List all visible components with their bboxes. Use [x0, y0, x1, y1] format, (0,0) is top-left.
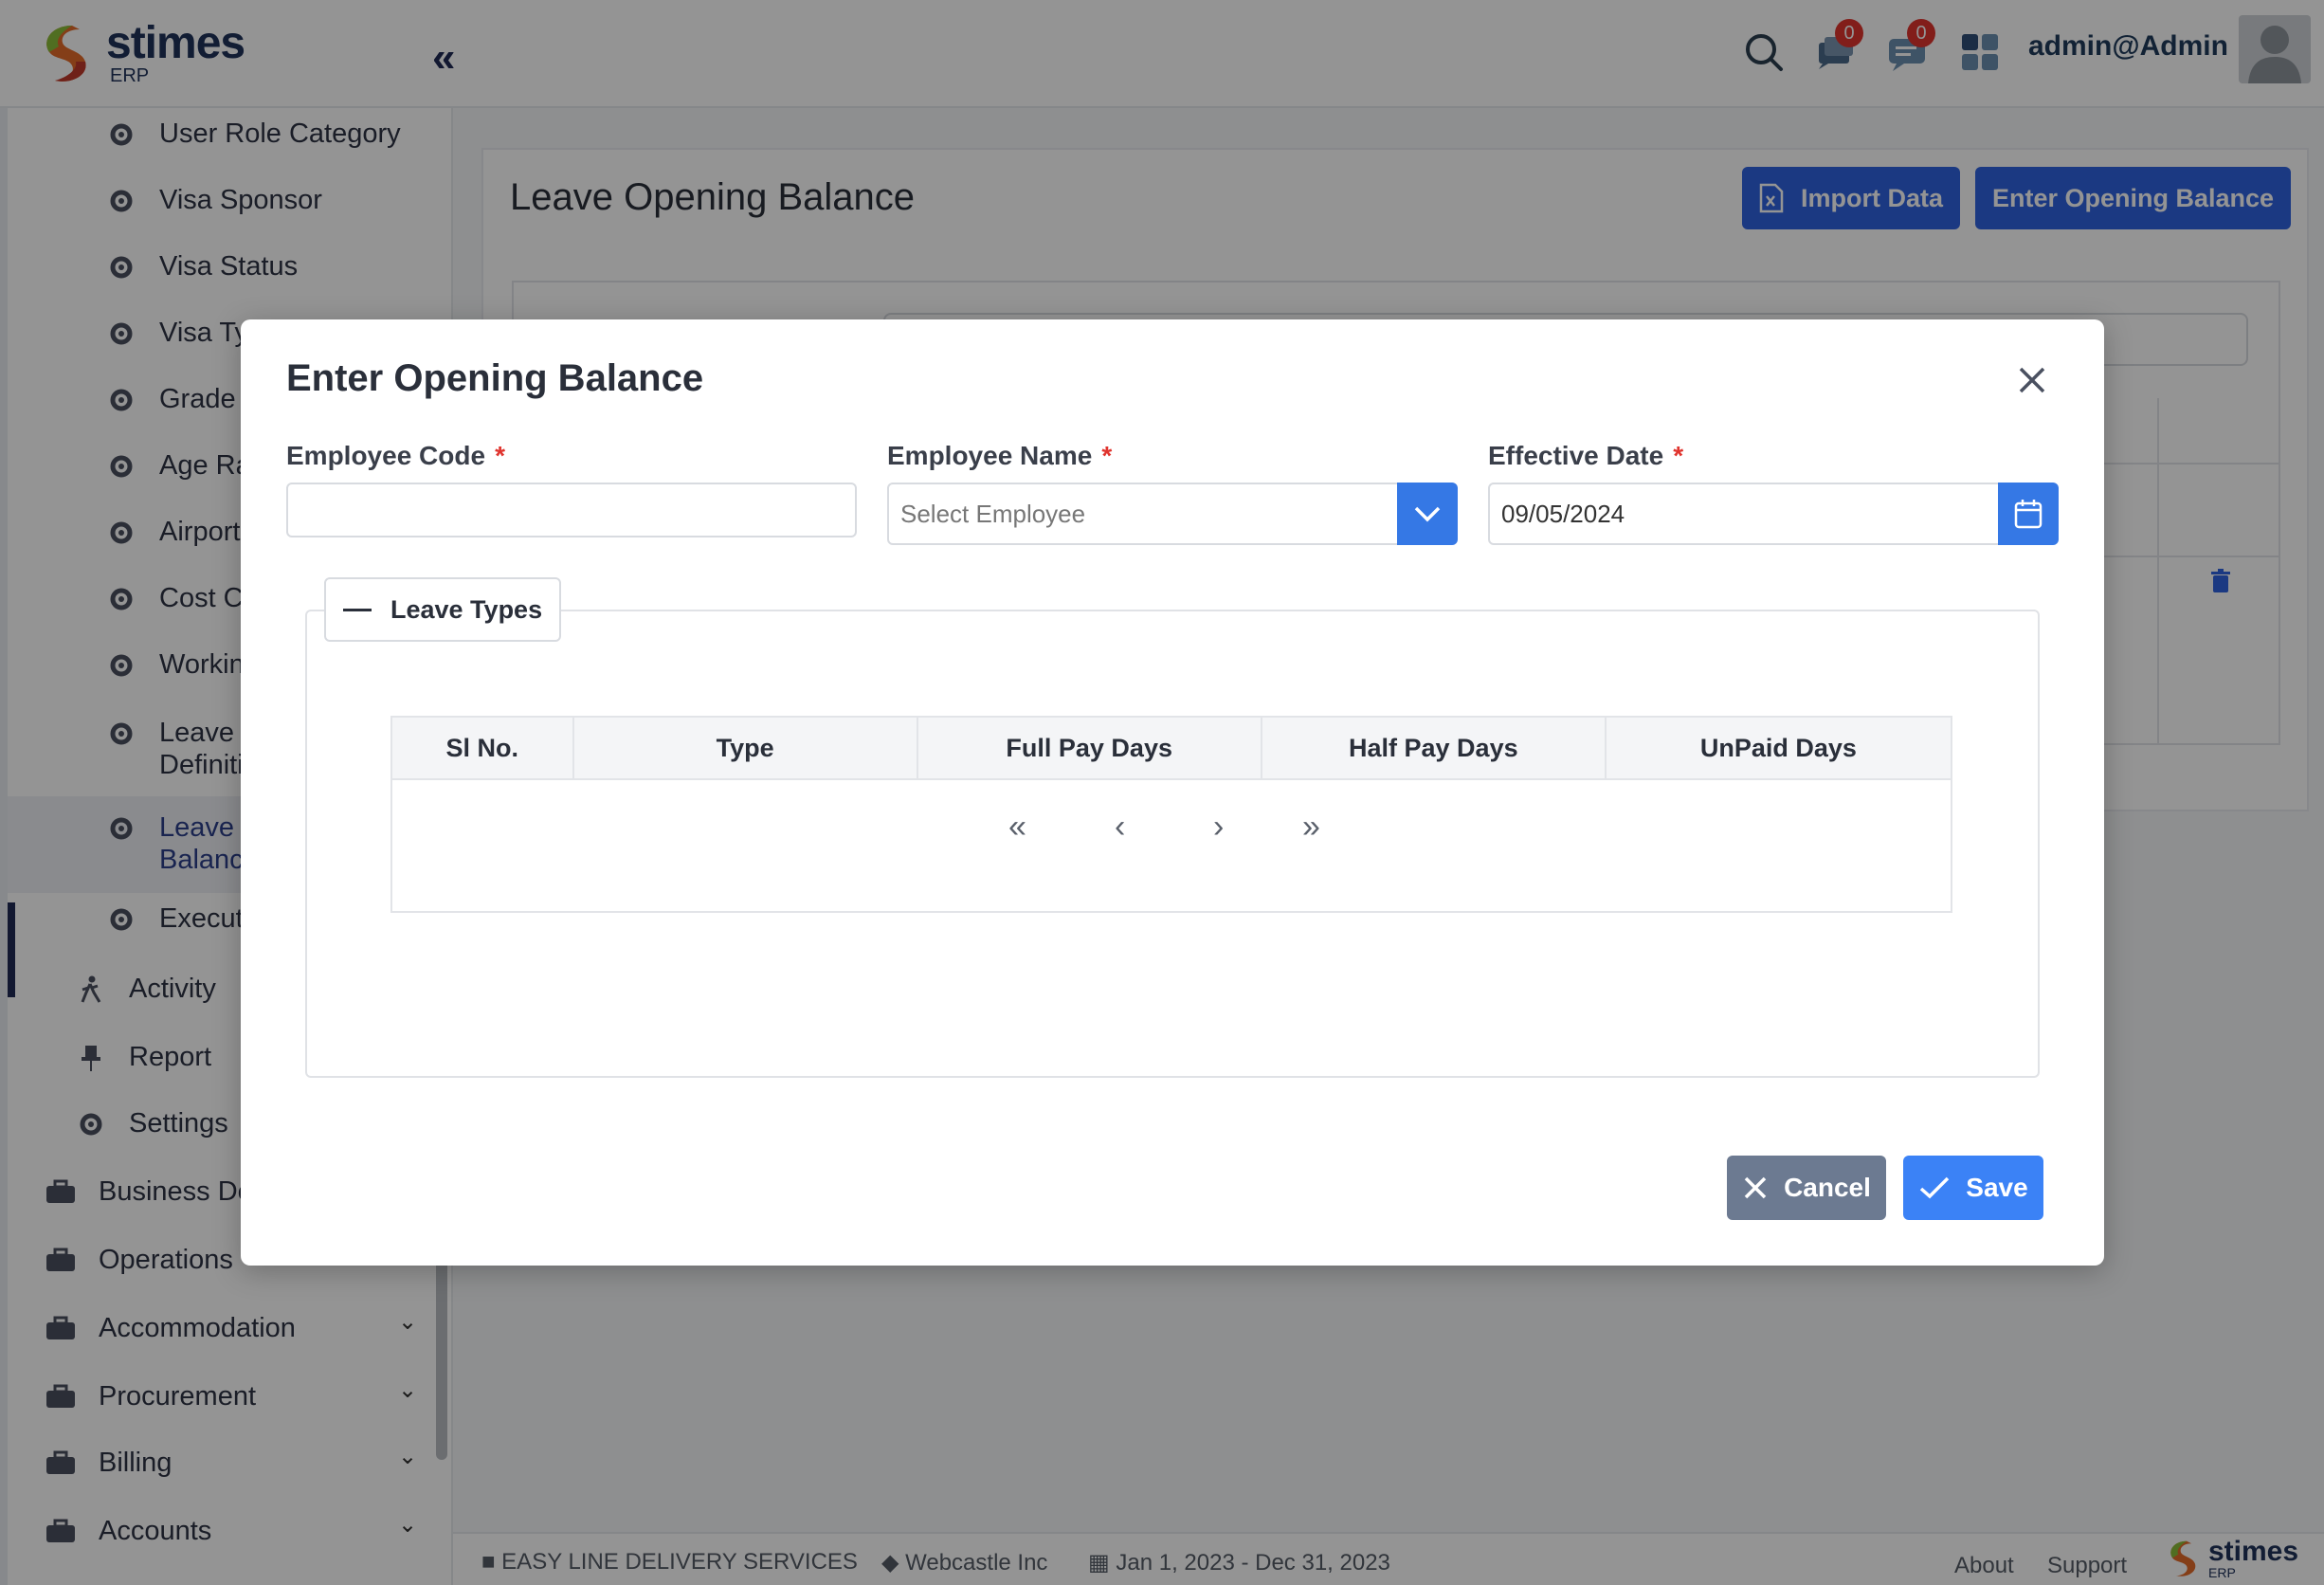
employee-name-select[interactable]: Select Employee	[887, 483, 1399, 545]
first-page-button[interactable]: «	[1008, 809, 1026, 846]
close-icon	[1744, 1176, 1767, 1199]
prev-page-button[interactable]: ‹	[1115, 809, 1125, 846]
employee-name-label-text: Employee Name	[887, 441, 1093, 470]
date-picker-button[interactable]	[1998, 483, 2059, 545]
calendar-icon	[2014, 500, 2043, 529]
effective-date-label: Effective Date *	[1488, 441, 1683, 471]
employee-code-label: Employee Code *	[286, 441, 505, 471]
leave-types-toggle[interactable]: Leave Types	[324, 577, 562, 642]
effective-date-input[interactable]: 09/05/2024	[1488, 483, 2000, 545]
cancel-button[interactable]: Cancel	[1727, 1156, 1886, 1220]
employee-code-input[interactable]	[286, 483, 857, 537]
modal-title: Enter Opening Balance	[286, 357, 704, 399]
employee-name-label: Employee Name *	[887, 441, 1112, 471]
column-header-full-pay-days[interactable]: Full Pay Days	[918, 718, 1262, 778]
leave-types-grid: Sl No. Type Full Pay Days Half Pay Days …	[390, 716, 1952, 913]
chevron-down-icon	[1414, 506, 1441, 522]
collapse-icon	[343, 608, 372, 611]
grid-header: Sl No. Type Full Pay Days Half Pay Days …	[392, 718, 1951, 780]
column-header-half-pay-days[interactable]: Half Pay Days	[1262, 718, 1607, 778]
employee-name-placeholder: Select Employee	[900, 499, 1086, 528]
enter-opening-balance-modal: Enter Opening Balance Employee Code * Emp…	[241, 319, 2104, 1266]
required-mark: *	[1101, 441, 1113, 470]
required-mark: *	[495, 441, 505, 470]
column-header-unpaid-days[interactable]: UnPaid Days	[1607, 718, 1951, 778]
cancel-label: Cancel	[1784, 1173, 1871, 1202]
save-button[interactable]: Save	[1903, 1156, 2043, 1220]
employee-dropdown-button[interactable]	[1397, 483, 1458, 545]
close-icon[interactable]	[2013, 361, 2051, 399]
employee-code-label-text: Employee Code	[286, 441, 486, 470]
last-page-button[interactable]: »	[1302, 809, 1320, 846]
check-icon	[1920, 1176, 1950, 1199]
next-page-button[interactable]: ›	[1213, 809, 1224, 846]
leave-types-legend: Leave Types	[390, 594, 543, 624]
required-mark: *	[1673, 441, 1684, 470]
column-header-type[interactable]: Type	[574, 718, 918, 778]
column-header-sl-no[interactable]: Sl No.	[392, 718, 574, 778]
save-label: Save	[1966, 1173, 2028, 1202]
effective-date-label-text: Effective Date	[1488, 441, 1664, 470]
